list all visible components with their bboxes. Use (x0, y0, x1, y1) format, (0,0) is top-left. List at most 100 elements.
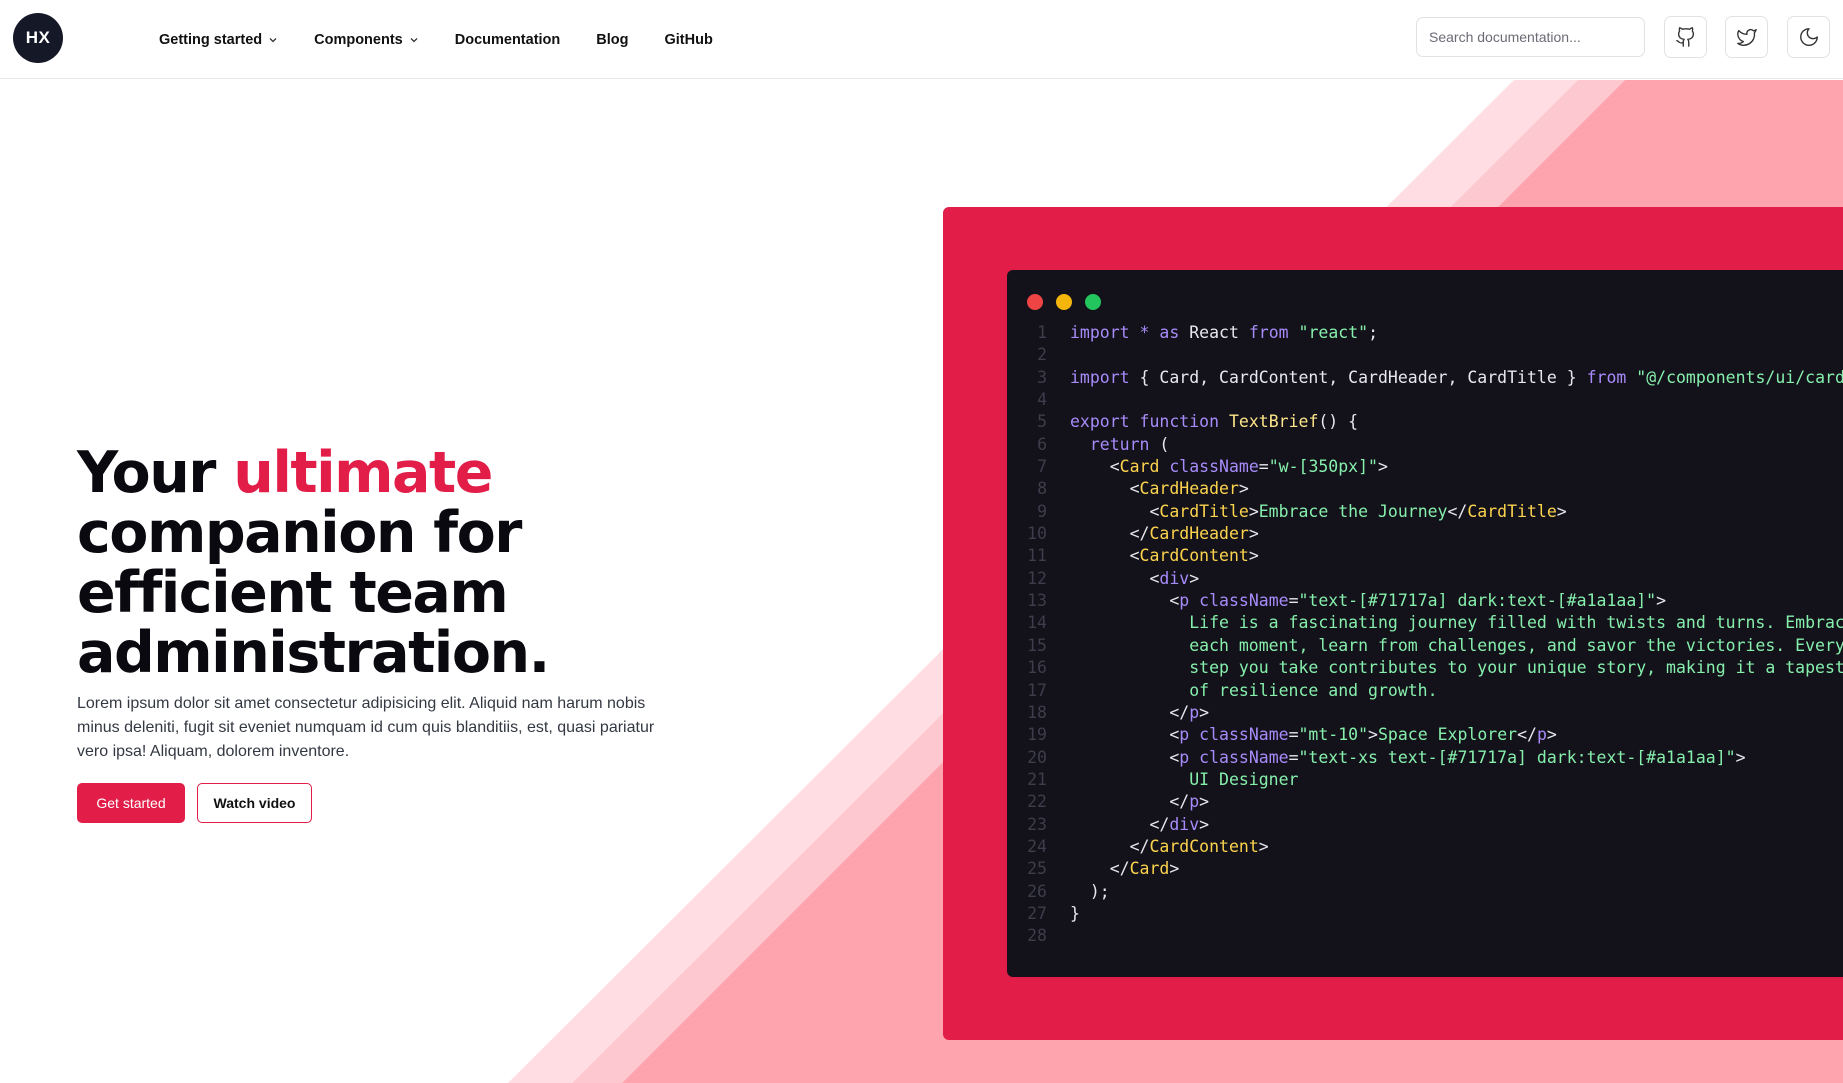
code-text: <CardContent> (1070, 546, 1259, 566)
hero-description: Lorem ipsum dolor sit amet consectetur a… (77, 695, 655, 760)
code-text: </CardContent> (1070, 836, 1269, 856)
maximize-dot-icon (1085, 294, 1101, 310)
code-text: </p> (1070, 702, 1210, 722)
line-number: 16 (1027, 658, 1047, 678)
line-number: 6 (1037, 434, 1047, 454)
line-number: 25 (1027, 859, 1047, 879)
nav-github-label: GitHub (664, 31, 713, 48)
code-text: of resilience and growth. (1070, 680, 1438, 700)
line-number: 10 (1027, 524, 1047, 544)
code-line: 4 (1007, 389, 1843, 411)
line-number: 23 (1027, 814, 1047, 834)
code-line: 25 </Card> (1007, 858, 1843, 880)
code-line: 5 export function TextBrief() { (1007, 411, 1843, 433)
code-text: ); (1070, 881, 1110, 901)
code-text: </CardHeader> (1070, 524, 1259, 544)
line-number: 20 (1027, 747, 1047, 767)
code-text: <p className="text-[#71717a] dark:text-[… (1070, 591, 1667, 611)
code-text: import { Card, CardContent, CardHeader, … (1070, 367, 1843, 387)
line-number: 4 (1037, 390, 1047, 410)
nav-blog[interactable]: Blog (596, 32, 628, 48)
code-text: export function TextBrief() { (1070, 412, 1359, 432)
nav-documentation[interactable]: Documentation (455, 32, 561, 48)
line-number: 26 (1027, 881, 1047, 901)
code-line: 14 Life is a fascinating journey filled … (1007, 612, 1843, 634)
chevron-down-icon (410, 37, 418, 42)
nav-github[interactable]: GitHub (664, 32, 712, 48)
code-text: <CardTitle>Embrace the Journey</CardTitl… (1070, 501, 1567, 521)
nav-blog-label: Blog (596, 31, 629, 48)
github-button[interactable] (1664, 16, 1707, 58)
nav-components-label: Components (314, 31, 403, 48)
code-text: } (1070, 903, 1080, 923)
hero-title: Your ultimate companion for efficient te… (77, 443, 637, 683)
twitter-button[interactable] (1725, 16, 1768, 58)
code-line: 8 <CardHeader> (1007, 478, 1843, 500)
top-navbar: HX Getting started Components Documentat… (0, 0, 1843, 79)
code-text: </div> (1070, 814, 1210, 834)
code-line: 9 <CardTitle>Embrace the Journey</CardTi… (1007, 501, 1843, 523)
hero-title-accent: ultimate (233, 440, 493, 506)
code-line: 24 </CardContent> (1007, 836, 1843, 858)
hero-title-pre: Your (77, 440, 234, 506)
code-line: 26 ); (1007, 881, 1843, 903)
moon-icon (1799, 28, 1818, 46)
line-number: 13 (1027, 591, 1047, 611)
code-text: <div> (1070, 568, 1200, 588)
line-number: 22 (1027, 792, 1047, 812)
line-number: 19 (1027, 725, 1047, 745)
line-number: 24 (1027, 836, 1047, 856)
line-number: 8 (1037, 479, 1047, 499)
line-number: 11 (1027, 546, 1047, 566)
code-block: 1 import * as React from "react"; 2 3 import… (1007, 322, 1843, 948)
line-number: 3 (1037, 367, 1047, 387)
code-line: 21 UI Designer (1007, 769, 1843, 791)
code-showcase: 1 import * as React from "react"; 2 3 import… (943, 207, 1843, 1040)
get-started-button[interactable]: Get started (77, 783, 185, 823)
line-number: 21 (1027, 769, 1047, 789)
code-line: 27} (1007, 903, 1843, 925)
line-number: 2 (1037, 345, 1047, 365)
watch-video-button[interactable]: Watch video (197, 783, 312, 823)
line-number: 27 (1027, 903, 1047, 923)
twitter-icon (1736, 28, 1757, 46)
code-text: </p> (1070, 792, 1210, 812)
line-number: 28 (1027, 926, 1047, 946)
main-nav: Getting started Components Documentation… (159, 0, 749, 79)
code-text: Life is a fascinating journey filled wit… (1070, 613, 1843, 633)
line-number: 14 (1027, 613, 1047, 633)
code-text: each moment, learn from challenges, and … (1070, 635, 1843, 655)
code-text: <Card className="w-[350px]"> (1070, 457, 1388, 477)
line-number: 12 (1027, 568, 1047, 588)
logo[interactable]: HX (13, 13, 63, 63)
hero-title-post: companion for efficient team administrat… (77, 500, 550, 686)
code-text: UI Designer (1070, 769, 1299, 789)
code-text: <p className="mt-10">Space Explorer</p> (1070, 725, 1557, 745)
code-line: 2 (1007, 344, 1843, 366)
line-number: 15 (1027, 635, 1047, 655)
nav-getting-started[interactable]: Getting started (159, 32, 278, 48)
code-line: 15 each moment, learn from challenges, a… (1007, 635, 1843, 657)
search-input[interactable] (1416, 17, 1645, 57)
code-line: 20 <p className="text-xs text-[#71717a] … (1007, 747, 1843, 769)
nav-getting-started-label: Getting started (159, 31, 263, 48)
code-text: return ( (1089, 434, 1170, 454)
code-text: step you take contributes to your unique… (1070, 658, 1843, 678)
line-number: 5 (1037, 412, 1047, 432)
code-line: 3 import { Card, CardContent, CardHeader,… (1007, 367, 1843, 389)
line-number: 9 (1037, 501, 1047, 521)
window-controls (1027, 294, 1114, 310)
close-dot-icon (1027, 294, 1043, 310)
code-text: </Card> (1070, 859, 1180, 879)
nav-components[interactable]: Components (314, 32, 419, 48)
code-line: 19 <p className="mt-10">Space Explorer</… (1007, 724, 1843, 746)
code-line: 1 import * as React from "react"; (1007, 322, 1843, 344)
code-line: 18 </p> (1007, 702, 1843, 724)
chevron-down-icon (269, 37, 277, 42)
code-line: 10 </CardHeader> (1007, 523, 1843, 545)
theme-toggle-button[interactable] (1787, 16, 1830, 58)
code-text: import * as React from "react"; (1070, 323, 1379, 342)
